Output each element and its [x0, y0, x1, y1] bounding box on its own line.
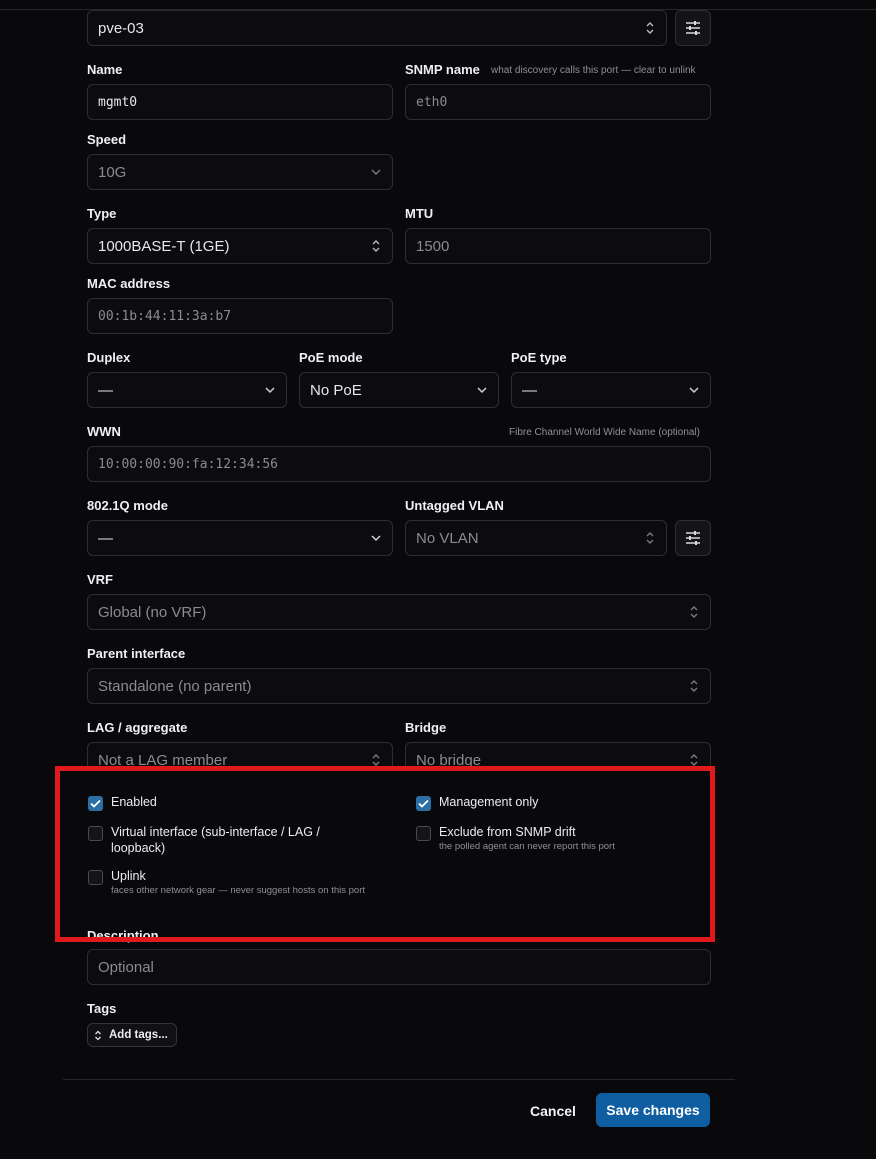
enabled-checkbox[interactable]	[88, 796, 103, 811]
duplex-label: Duplex	[87, 350, 131, 365]
name-label: Name	[87, 62, 123, 77]
uplink-sub: faces other network gear — never suggest…	[111, 885, 365, 896]
wwn-input[interactable]: 10:00:00:90:fa:12:34:56	[87, 446, 711, 482]
description-input[interactable]: Optional	[87, 949, 711, 985]
dot1q-label: 802.1Q mode	[87, 498, 168, 513]
footer-divider	[63, 1079, 735, 1080]
lag-select-value: Not a LAG member	[98, 751, 228, 769]
chevron-down-icon	[264, 386, 276, 394]
poe-mode-select-value: No PoE	[310, 381, 362, 399]
parent-select-value: Standalone (no parent)	[98, 677, 252, 695]
dot1q-select[interactable]: —	[87, 520, 393, 556]
add-tags-label: Add tags...	[109, 1029, 168, 1041]
snmp-name-placeholder: eth0	[416, 94, 448, 110]
parent-label: Parent interface	[87, 646, 186, 661]
bridge-label: Bridge	[405, 720, 447, 735]
untagged-vlan-label: Untagged VLAN	[405, 498, 504, 513]
vlan-filter-button[interactable]	[675, 520, 711, 556]
parent-select[interactable]: Standalone (no parent)	[87, 668, 711, 704]
sliders-icon	[685, 21, 701, 35]
snmp-name-label: SNMP name	[405, 62, 480, 77]
chevron-down-icon	[476, 386, 488, 394]
untagged-vlan-select[interactable]: No VLAN	[405, 520, 667, 556]
add-tags-button[interactable]: Add tags...	[87, 1023, 177, 1047]
sliders-icon	[685, 531, 701, 545]
mac-input[interactable]: 00:1b:44:11:3a:b7	[87, 298, 393, 334]
check-icon	[418, 799, 429, 808]
chevron-updown-icon	[94, 1030, 102, 1041]
untagged-vlan-value: No VLAN	[416, 529, 479, 547]
virtual-interface-label: Virtual interface (sub-interface / LAG /…	[111, 825, 320, 855]
duplex-select[interactable]: —	[87, 372, 287, 408]
uplink-label: Uplink	[111, 869, 146, 883]
chevron-updown-icon	[370, 753, 382, 767]
description-placeholder: Optional	[98, 958, 154, 976]
bridge-select-value: No bridge	[416, 751, 482, 769]
poe-type-select[interactable]: —	[511, 372, 711, 408]
wwn-placeholder: 10:00:00:90:fa:12:34:56	[98, 456, 279, 472]
wwn-label: WWN	[87, 424, 121, 439]
snmp-name-input[interactable]: eth0	[405, 84, 711, 120]
snmp-name-hint: what discovery calls this port — clear t…	[491, 65, 696, 76]
cancel-button[interactable]: Cancel	[522, 1095, 584, 1127]
exclude-snmp-sub: the polled agent can never report this p…	[439, 841, 615, 852]
wwn-hint: Fibre Channel World Wide Name (optional)	[509, 427, 701, 438]
uplink-checkbox[interactable]	[88, 870, 103, 885]
poe-type-label: PoE type	[511, 350, 567, 365]
dot1q-select-value: —	[98, 529, 113, 547]
chevron-updown-icon	[688, 753, 700, 767]
mtu-label: MTU	[405, 206, 434, 221]
exclude-snmp-label: Exclude from SNMP drift	[439, 825, 576, 839]
management-only-label: Management only	[439, 795, 539, 809]
speed-select-value: 10G	[98, 163, 127, 181]
chevron-updown-icon	[688, 605, 700, 619]
chevron-down-icon	[688, 386, 700, 394]
type-label: Type	[87, 206, 117, 221]
poe-type-select-value: —	[522, 381, 537, 399]
device-select[interactable]: pve-03	[87, 10, 667, 46]
mac-placeholder: 00:1b:44:11:3a:b7	[98, 308, 232, 324]
description-label: Description	[87, 928, 159, 943]
chevron-updown-icon	[370, 239, 382, 253]
exclude-snmp-checkbox[interactable]	[416, 826, 431, 841]
poe-mode-select[interactable]: No PoE	[299, 372, 499, 408]
enabled-label: Enabled	[111, 795, 157, 809]
vrf-select-value: Global (no VRF)	[98, 603, 207, 621]
mtu-input[interactable]: 1500	[405, 228, 711, 264]
chevron-updown-icon	[644, 531, 656, 545]
save-button[interactable]: Save changes	[596, 1093, 710, 1127]
chevron-updown-icon	[644, 21, 656, 35]
chevron-down-icon	[370, 534, 382, 542]
virtual-interface-checkbox[interactable]	[88, 826, 103, 841]
name-input[interactable]: mgmt0	[87, 84, 393, 120]
mtu-placeholder: 1500	[416, 237, 450, 255]
lag-label: LAG / aggregate	[87, 720, 188, 735]
check-icon	[90, 799, 101, 808]
device-filter-button[interactable]	[675, 10, 711, 46]
vrf-label: VRF	[87, 572, 113, 587]
duplex-select-value: —	[98, 381, 113, 399]
device-select-value: pve-03	[98, 19, 144, 37]
vrf-select[interactable]: Global (no VRF)	[87, 594, 711, 630]
mac-label: MAC address	[87, 276, 171, 291]
chevron-updown-icon	[688, 679, 700, 693]
name-input-value: mgmt0	[98, 94, 138, 110]
speed-select[interactable]: 10G	[87, 154, 393, 190]
tags-label: Tags	[87, 1001, 117, 1016]
management-only-checkbox[interactable]	[416, 796, 431, 811]
poe-mode-label: PoE mode	[299, 350, 363, 365]
chevron-down-icon	[370, 168, 382, 176]
type-select[interactable]: 1000BASE-T (1GE)	[87, 228, 393, 264]
speed-label: Speed	[87, 132, 127, 147]
type-select-value: 1000BASE-T (1GE)	[98, 237, 230, 255]
